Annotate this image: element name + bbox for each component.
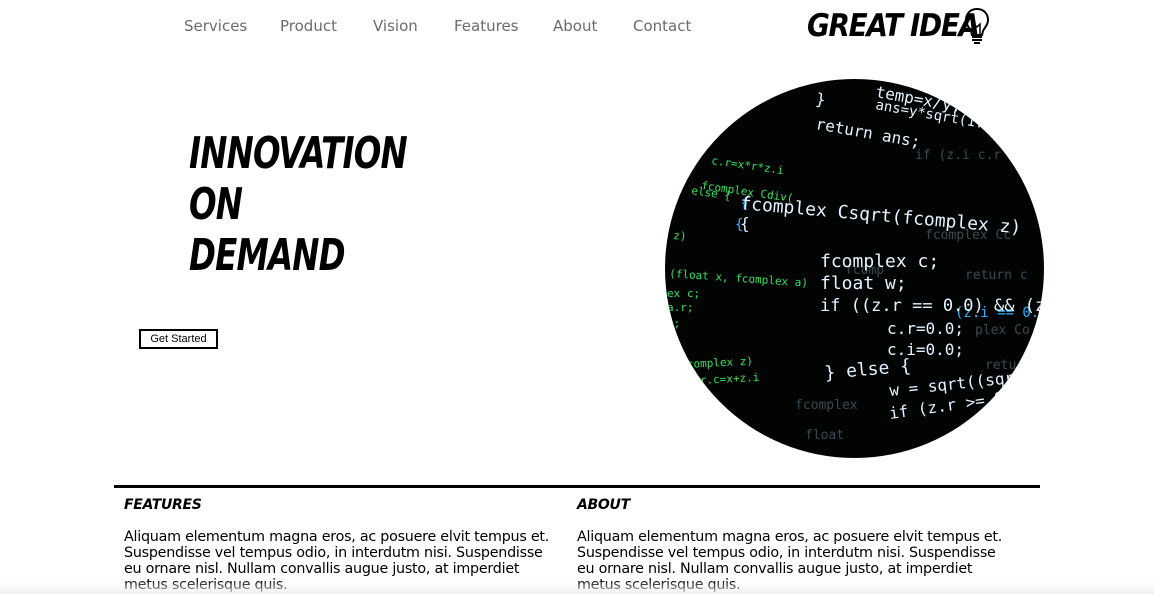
code-green-text: r.c=x+z.i xyxy=(699,371,759,387)
code-bg-text: plex Co xyxy=(975,323,1030,338)
code-green-text: a.r; xyxy=(667,301,694,314)
hero-title: INNOVATION ON DEMAND xyxy=(189,128,455,281)
nav-link-contact[interactable]: Contact xyxy=(633,17,691,35)
code-green-text: complex z) xyxy=(686,355,753,371)
nav-link-vision[interactable]: Vision xyxy=(373,17,418,35)
code-white-text: fcomplex Csqrt(fcomplex z) xyxy=(740,193,1023,238)
code-green-text: c.r=x*r*z.i xyxy=(711,154,785,177)
code-white-text: c.r=0.0; xyxy=(887,319,964,338)
code-bg-text: fcomplex xyxy=(795,398,858,413)
section-divider xyxy=(114,485,1040,488)
lightbulb-icon xyxy=(964,7,990,44)
hero-title-line: INNOVATION xyxy=(189,128,408,179)
hero-code-image: if (z.i c.r fcomplex Cc return c fcomp r… xyxy=(665,79,1044,458)
code-white-text: return ans; xyxy=(814,114,922,151)
code-bg-text: if (z.i c.r xyxy=(915,148,1001,163)
code-green-text: ex c; xyxy=(667,287,700,300)
code-bg-text: float xyxy=(805,428,844,443)
code-bg-text: return c xyxy=(965,268,1028,283)
code-green-text: z) xyxy=(673,229,687,243)
nav-link-services[interactable]: Services xyxy=(184,17,247,35)
code-white-text: if ((z.r == 0.0) && (z.i == 0.0) xyxy=(820,296,1044,316)
code-green-text: c; xyxy=(667,317,680,330)
nav-link-features[interactable]: Features xyxy=(454,17,519,35)
logo-text: GREAT IDEA xyxy=(807,8,980,44)
bottom-fade xyxy=(0,580,1154,594)
brand-logo[interactable]: GREAT IDEA xyxy=(807,6,998,46)
get-started-button[interactable]: Get Started xyxy=(139,329,218,349)
code-image-art: if (z.i c.r fcomplex Cc return c fcomp r… xyxy=(667,82,1044,443)
hero-title-line: DEMAND xyxy=(189,230,346,281)
features-heading: FEATURES xyxy=(124,497,202,513)
about-section: ABOUT Aliquam elementum magna eros, ac p… xyxy=(577,496,1017,593)
code-white-text: } xyxy=(814,89,827,109)
nav-link-product[interactable]: Product xyxy=(280,17,337,35)
about-heading: ABOUT xyxy=(577,497,630,513)
hero-title-line: ON xyxy=(189,179,243,230)
code-white-text: float w; xyxy=(820,273,907,294)
code-white-text: fcomplex c; xyxy=(820,251,939,272)
features-section: FEATURES Aliquam elementum magna eros, a… xyxy=(124,496,564,593)
code-white-text: { xyxy=(740,214,750,233)
nav-link-about[interactable]: About xyxy=(553,17,597,35)
